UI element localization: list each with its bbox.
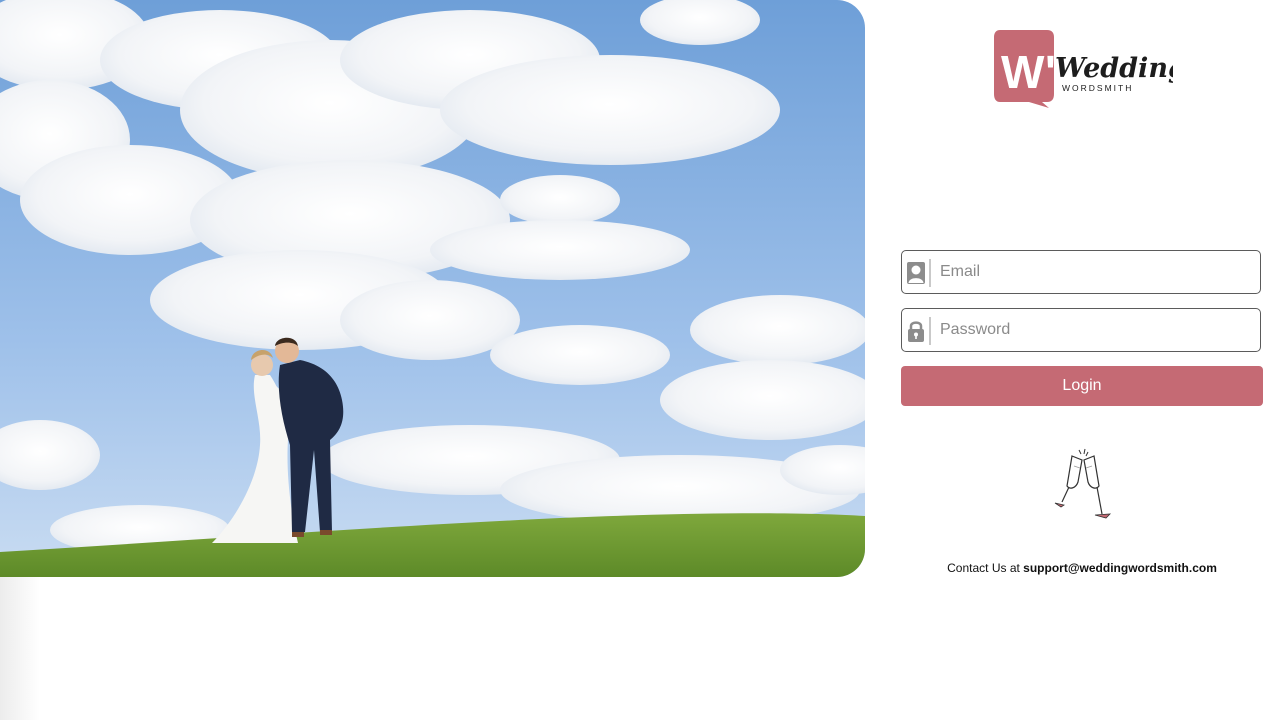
hero-photo	[0, 0, 865, 577]
contact-line: Contact Us at support@weddingwordsmith.c…	[901, 561, 1263, 575]
login-button[interactable]: Login	[901, 366, 1263, 406]
wedding-couple-photo	[0, 0, 865, 577]
lock-icon	[906, 319, 926, 343]
email-input[interactable]	[940, 251, 1252, 293]
logo-word: Wedding	[1055, 53, 1173, 84]
field-divider	[929, 259, 931, 287]
logo-subtitle: WORDSMITH	[1062, 83, 1133, 93]
support-email-link[interactable]: support@weddingwordsmith.com	[1023, 561, 1217, 575]
email-field-wrapper	[901, 250, 1261, 294]
password-field-wrapper	[901, 308, 1261, 352]
field-divider	[929, 317, 931, 345]
user-icon	[906, 261, 926, 285]
champagne-toast-icon	[1050, 448, 1112, 520]
contact-prefix: Contact Us at	[947, 561, 1020, 575]
wedding-wordsmith-logo[interactable]: W" Wedding WORDSMITH	[993, 28, 1187, 108]
password-input[interactable]	[940, 309, 1252, 351]
